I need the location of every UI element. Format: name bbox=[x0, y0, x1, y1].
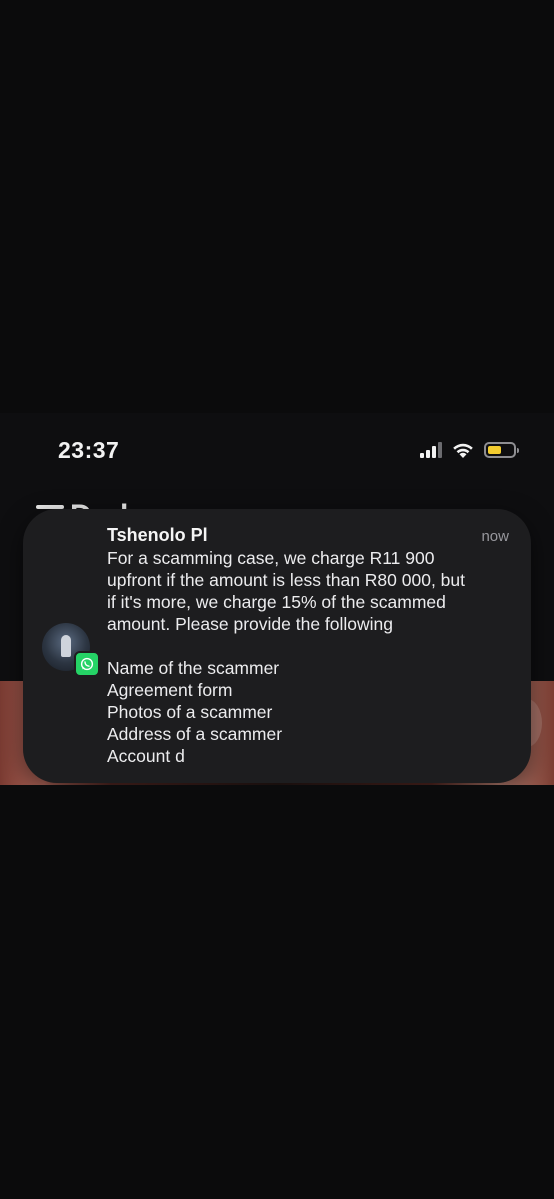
battery-level bbox=[488, 446, 502, 454]
cellular-signal-icon bbox=[420, 442, 442, 458]
list-line: Photos of a scammer bbox=[107, 702, 273, 722]
list-line: Agreement form bbox=[107, 680, 233, 700]
message-line: amount. Please provide the following bbox=[107, 614, 394, 634]
phone-screen: 23:37 Dod bbox=[0, 413, 554, 785]
message-line: upfront if the amount is less than R80 0… bbox=[107, 570, 465, 590]
wifi-icon bbox=[453, 443, 473, 458]
notification-banner[interactable]: Tshenolo Pl now For a scamming case, we … bbox=[23, 509, 531, 783]
notification-time: now bbox=[481, 528, 509, 545]
message-line: For a scamming case, we charge R11 900 bbox=[107, 548, 435, 568]
page: 23:37 Dod bbox=[0, 0, 554, 1199]
whatsapp-icon bbox=[74, 651, 100, 677]
sender-name: Tshenolo Pl bbox=[107, 525, 208, 545]
status-icons bbox=[420, 440, 519, 460]
message-line: if it's more, we charge 15% of the scamm… bbox=[107, 592, 446, 612]
notification-message: For a scamming case, we charge R11 900 u… bbox=[107, 547, 507, 767]
status-time: 23:37 bbox=[58, 437, 120, 463]
list-line: Name of the scammer bbox=[107, 658, 280, 678]
list-line: Address of a scammer bbox=[107, 724, 283, 744]
avatar-figure bbox=[61, 635, 71, 657]
battery-icon bbox=[484, 442, 519, 458]
list-line: Account d bbox=[107, 746, 185, 766]
